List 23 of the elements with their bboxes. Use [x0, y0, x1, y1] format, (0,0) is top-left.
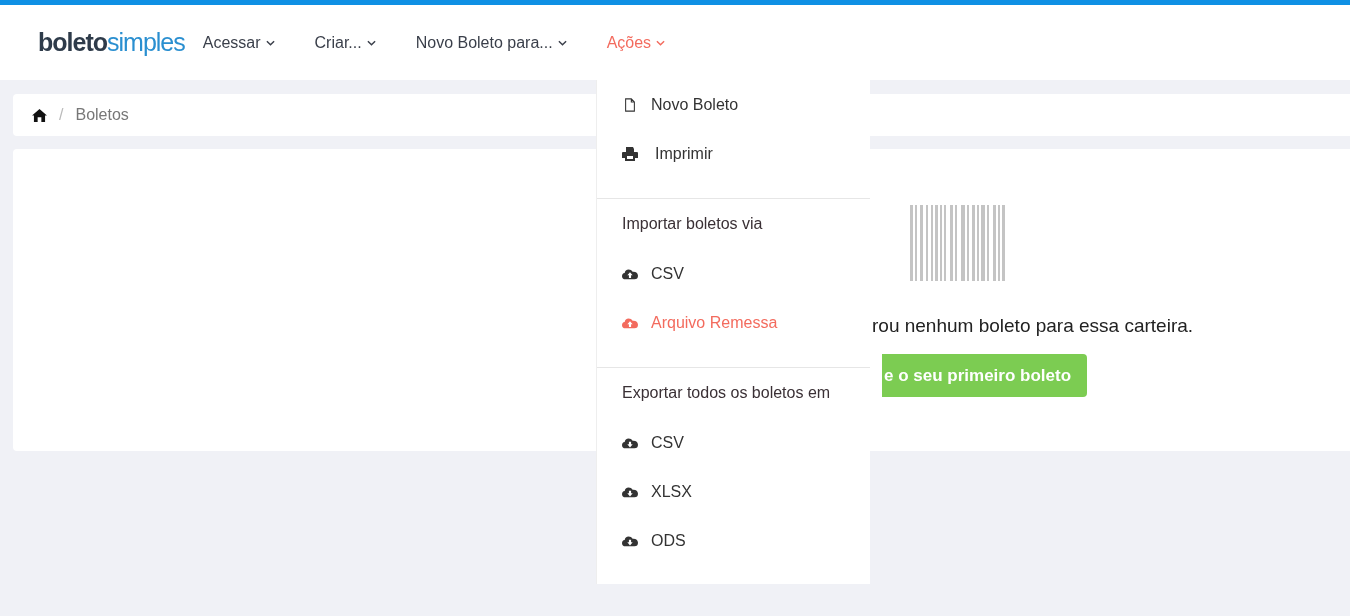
nav-menu-item[interactable]: Novo Boleto para... — [415, 33, 567, 52]
nav-menu-item[interactable]: Acessar — [202, 33, 275, 52]
menu-item[interactable]: ODS — [597, 516, 870, 565]
chevron-icon — [557, 39, 567, 46]
menu-section-header: Exportar todos os boletos em — [621, 383, 832, 403]
document-icon — [622, 97, 638, 112]
menu-item[interactable]: CSV — [597, 418, 870, 467]
menu-item[interactable]: Novo Boleto — [597, 80, 870, 129]
breadcrumb-separator: / — [59, 106, 64, 124]
menu-item[interactable]: Imprimir — [597, 129, 870, 178]
chevron-icon — [656, 39, 666, 46]
breadcrumb-item: Boletos — [75, 106, 129, 124]
nav-menu-item[interactable]: Criar... — [314, 33, 376, 52]
printer-icon — [622, 146, 638, 161]
menu-item[interactable]: CSV — [597, 249, 870, 298]
home-icon[interactable] — [32, 108, 47, 122]
logo[interactable]: boletosimples — [38, 28, 185, 57]
empty-message: rou nenhum boleto para essa carteira. — [872, 315, 1194, 337]
chevron-icon — [265, 39, 275, 46]
chevron-icon — [366, 39, 376, 46]
menu-item[interactable]: XLSX — [597, 467, 870, 516]
barcode-icon — [910, 205, 1006, 281]
menu-section-header: Importar boletos via — [621, 214, 764, 234]
